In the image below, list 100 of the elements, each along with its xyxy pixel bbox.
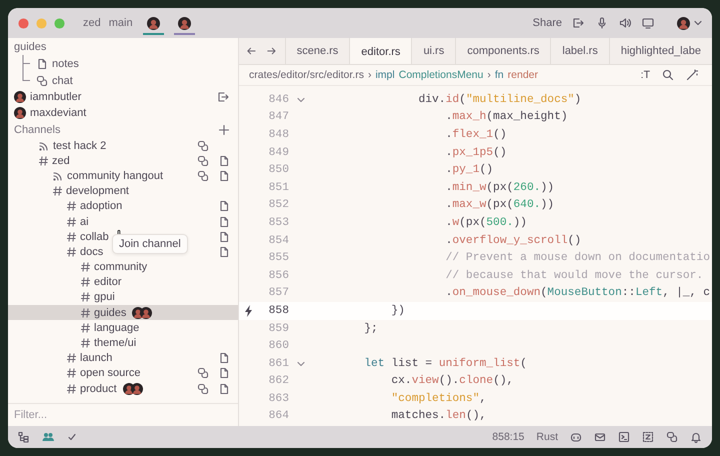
tab[interactable]: components.rs	[455, 38, 550, 64]
search-icon[interactable]	[662, 69, 674, 81]
channel-row[interactable]: development	[8, 184, 238, 199]
title-menu[interactable]: zed	[83, 17, 101, 29]
document-icon[interactable]	[218, 352, 230, 364]
project-tree-icon[interactable]	[18, 431, 30, 443]
document-icon[interactable]	[218, 230, 230, 243]
channel-row[interactable]: editor	[8, 274, 238, 290]
collaborator-avatar[interactable]	[142, 15, 164, 35]
crumb-keyword[interactable]: impl	[375, 69, 395, 81]
list-item[interactable]: notes	[8, 55, 238, 72]
channel-row[interactable]: theme/ui	[8, 335, 238, 351]
magic-wand-icon[interactable]	[686, 69, 698, 81]
line-number: 849	[268, 146, 289, 159]
channel-row[interactable]: gpui	[8, 290, 238, 306]
broadcast-icon	[52, 170, 63, 182]
document-icon[interactable]	[218, 154, 230, 167]
checkmark-icon[interactable]	[66, 431, 78, 443]
channel-row[interactable]: launch	[8, 350, 238, 366]
copilot-icon[interactable]	[570, 431, 582, 443]
code-line: "completions",	[390, 392, 486, 405]
forward-arrow-icon[interactable]	[266, 45, 277, 57]
code-line: };	[363, 322, 378, 335]
people-icon[interactable]	[42, 431, 54, 443]
line-number: 863	[268, 392, 289, 405]
list-item[interactable]: chat	[8, 72, 238, 89]
speaker-icon[interactable]	[619, 17, 631, 29]
line-number: 861	[268, 358, 289, 370]
hash-icon	[66, 367, 76, 380]
participant-row[interactable]: maxdeviant	[8, 105, 238, 121]
chat-icon[interactable]	[197, 170, 209, 182]
language-selector[interactable]: Rust	[536, 431, 558, 443]
share-button[interactable]: Share	[528, 17, 566, 29]
hash-icon	[66, 216, 76, 228]
chat-icon[interactable]	[197, 382, 209, 395]
leave-icon[interactable]	[217, 91, 230, 103]
channel-row[interactable]: community	[8, 260, 238, 275]
hash-icon	[66, 200, 76, 212]
document-icon[interactable]	[218, 216, 230, 228]
document-icon[interactable]	[218, 170, 230, 182]
chat-icon[interactable]	[666, 431, 678, 443]
channel-name: community hangout	[67, 170, 163, 182]
channel-name: test hack 2	[53, 140, 106, 152]
channel-row[interactable]: product	[8, 381, 238, 396]
chat-icon[interactable]	[197, 154, 209, 167]
tab[interactable]: ui.rs	[411, 38, 456, 64]
back-arrow-icon[interactable]	[246, 45, 257, 57]
lightning-icon[interactable]	[243, 304, 253, 317]
plus-icon[interactable]	[218, 124, 230, 136]
hash-icon	[80, 306, 90, 319]
participant-row[interactable]: iamnbutler	[8, 89, 238, 105]
user-menu[interactable]	[677, 16, 702, 30]
crumb-symbol[interactable]: CompletionsMenu	[398, 69, 484, 81]
document-icon[interactable]	[218, 246, 230, 258]
bell-icon[interactable]	[690, 431, 702, 443]
channel-name: launch	[80, 352, 112, 364]
crumb-path[interactable]: crates/editor/src/editor.rs	[249, 69, 364, 81]
channel-row[interactable]: guides	[8, 305, 238, 320]
channel-row[interactable]: language	[8, 320, 238, 336]
terminal-icon[interactable]	[618, 431, 630, 443]
line-number: 860	[268, 340, 289, 352]
collaborator-avatar[interactable]	[174, 15, 195, 35]
document-icon[interactable]	[218, 367, 230, 380]
code-line: // Prevent a mouse down on documentatio	[444, 252, 710, 264]
screen-icon[interactable]	[642, 17, 654, 29]
line-number: 850	[268, 164, 289, 176]
document-icon[interactable]	[218, 382, 230, 395]
document-icon	[36, 58, 48, 70]
code-line: .max_h(max_height)	[444, 111, 568, 124]
chat-icon[interactable]	[197, 140, 209, 152]
line-number: 859	[268, 322, 289, 335]
assistant-icon[interactable]	[642, 431, 654, 443]
tab[interactable]: label.rs	[550, 38, 609, 64]
channel-row[interactable]: adoption	[8, 198, 238, 214]
toolbar-button[interactable]: :T	[640, 69, 650, 81]
cursor-position[interactable]: 858:15	[492, 431, 524, 443]
hash-icon	[80, 261, 90, 274]
code-line: .w(px(500.))	[444, 216, 527, 229]
title-menu[interactable]: main	[108, 17, 133, 29]
mail-icon[interactable]	[594, 431, 606, 443]
document-icon[interactable]	[218, 200, 230, 212]
channel-row[interactable]: open source	[8, 366, 238, 381]
line-number: 858	[268, 304, 289, 317]
line-number: 852	[268, 199, 289, 212]
chat-icon[interactable]	[197, 367, 209, 380]
channel-row[interactable]: community hangout	[8, 168, 238, 184]
channel-name: theme/ui	[94, 337, 136, 350]
microphone-icon[interactable]	[596, 17, 608, 29]
channel-name: open source	[80, 367, 141, 380]
channel-row[interactable]: ai	[8, 214, 238, 230]
tab[interactable]: editor.rs	[349, 38, 412, 64]
hash-icon	[80, 291, 90, 304]
leave-icon[interactable]	[572, 17, 585, 29]
channel-row[interactable]: zed	[8, 153, 238, 168]
item-label: chat	[52, 74, 73, 86]
code-line: matches.len(),	[390, 410, 486, 422]
line-number: 855	[268, 252, 289, 264]
tab[interactable]: highlighted_labe	[608, 38, 712, 64]
channel-row[interactable]: test hack 2	[8, 138, 238, 154]
crumb-keyword[interactable]: fn	[494, 69, 504, 81]
